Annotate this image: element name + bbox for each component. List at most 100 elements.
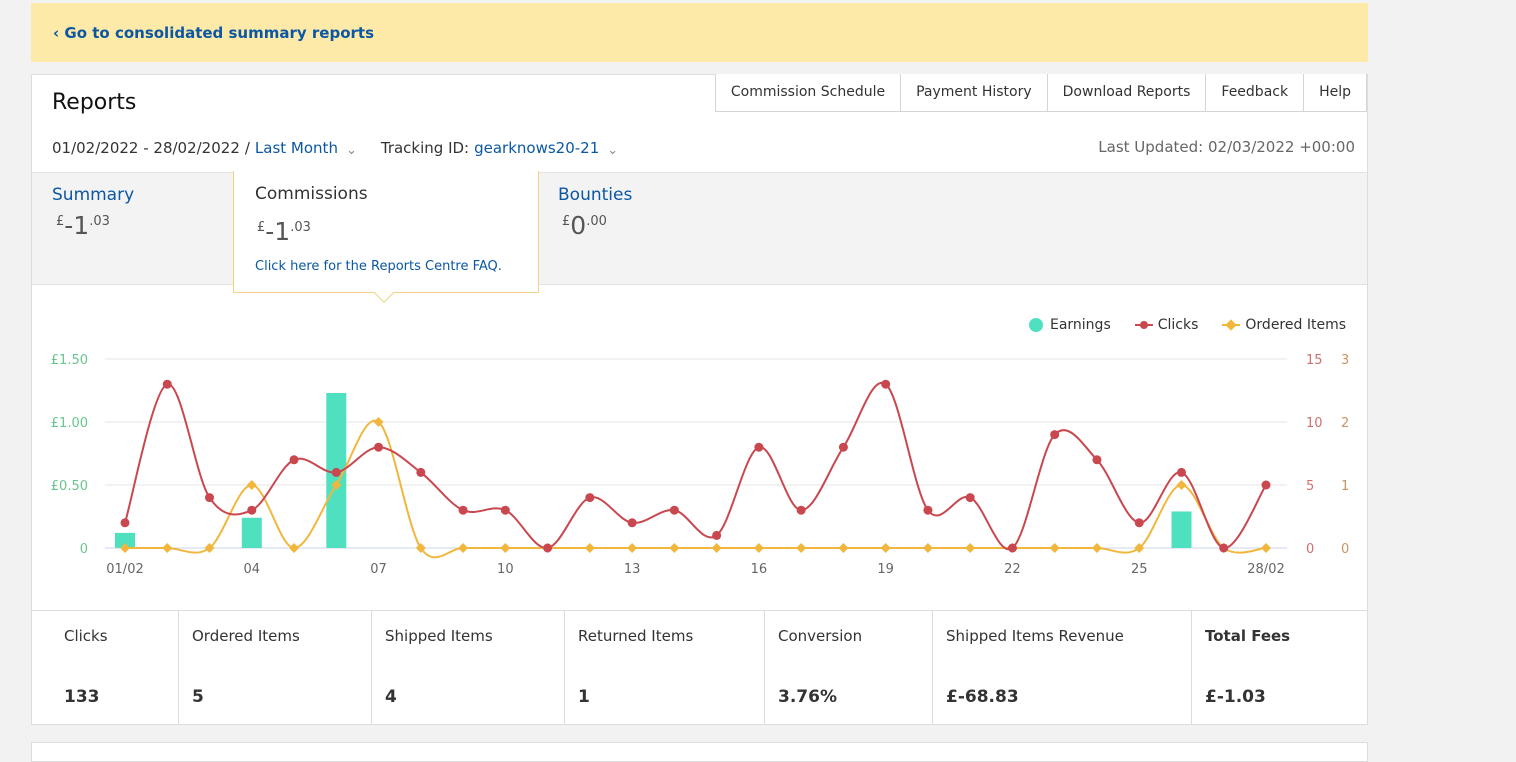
clicks-point	[1050, 430, 1060, 440]
clicks-point	[627, 518, 637, 528]
tab-help[interactable]: Help	[1303, 74, 1367, 112]
clicks-point	[881, 379, 891, 389]
summary-banner: ‹ Go to consolidated summary reports	[31, 3, 1368, 62]
tab-payment-history[interactable]: Payment History	[900, 74, 1048, 112]
stat-label: Total Fees	[1205, 627, 1291, 645]
legend-clicks-label: Clicks	[1157, 317, 1199, 333]
ordered-items-point	[627, 543, 638, 553]
stat-label: Shipped Items	[385, 627, 493, 645]
earnings-bar	[241, 517, 262, 548]
clicks-line	[124, 381, 1267, 551]
tab-bounties[interactable]: Bounties £0.00	[558, 185, 632, 240]
ordered-items-point	[838, 543, 849, 553]
clicks-point	[500, 505, 510, 515]
right-axis-ordered-tick: 3	[1341, 353, 1349, 368]
last-updated: Last Updated: 02/03/2022 +00:00	[1098, 138, 1355, 156]
ordered-items-point	[246, 480, 257, 490]
clicks-point	[205, 493, 215, 503]
tracking-id-label: Tracking ID:	[380, 139, 470, 157]
clicks-point	[247, 505, 257, 515]
ordered-items-point	[1092, 543, 1102, 553]
earnings-chart: 0 0 0 £0.50 5 1 £1.00 10 2 £1.50 15 3 01/02 04 07 10 13 1…	[32, 293, 1367, 611]
x-axis-tick: 04	[244, 562, 261, 577]
ordered-items-point	[162, 543, 173, 553]
stat-value: 133	[64, 687, 100, 707]
page-title: Reports	[52, 90, 137, 115]
clicks-point	[923, 505, 933, 515]
x-axis-tick: 28/02	[1247, 562, 1284, 577]
ordered-items-point	[1176, 480, 1187, 490]
amount-integer: -1	[64, 211, 90, 240]
clicks-point	[416, 467, 426, 477]
stat-label: Returned Items	[578, 627, 694, 645]
right-axis-clicks-tick: 0	[1306, 542, 1314, 557]
clicks-point	[374, 442, 384, 452]
stat-value: 1	[578, 687, 590, 707]
commissions-popover[interactable]: Commissions £-1.03 Click here for the Re…	[233, 171, 539, 303]
chevron-down-icon[interactable]: ⌄	[346, 143, 357, 158]
legend-earnings[interactable]: Earnings	[1028, 317, 1111, 333]
stat-conversion: Conversion 3.76%	[765, 611, 933, 724]
clicks-point	[838, 442, 848, 452]
tracking-id-dropdown[interactable]: gearknows20-21	[474, 139, 599, 157]
x-axis-tick: 19	[877, 562, 894, 577]
stat-clicks: Clicks 133	[32, 611, 179, 724]
tab-download-reports[interactable]: Download Reports	[1046, 74, 1207, 112]
bounties-amount: £0.00	[562, 211, 632, 240]
top-nav-tabs: Commission Schedule Payment History Down…	[714, 74, 1367, 112]
ordered-items-line	[125, 419, 1267, 559]
stat-total-fees: Total Fees £-1.03	[1192, 611, 1367, 724]
clicks-point	[965, 493, 975, 503]
x-axis-tick: 22	[1004, 562, 1021, 577]
stat-value: £-68.83	[946, 687, 1019, 707]
right-axis-ordered-tick: 0	[1341, 542, 1349, 557]
chevron-down-icon[interactable]: ⌄	[607, 143, 618, 158]
date-range: 01/02/2022 - 28/02/2022	[52, 139, 240, 157]
reports-faq-link[interactable]: Click here for the Reports Centre FAQ.	[255, 259, 502, 274]
stat-ordered-items: Ordered Items 5	[179, 611, 372, 724]
amount-decimal: .00	[586, 214, 607, 229]
clicks-point	[585, 493, 595, 503]
left-axis-tick: 0	[80, 542, 88, 557]
stat-label: Conversion	[778, 627, 863, 645]
stat-value: 4	[385, 687, 397, 707]
right-axis-clicks-tick: 5	[1306, 479, 1314, 494]
date-preset-dropdown[interactable]: Last Month	[255, 139, 338, 157]
tab-feedback[interactable]: Feedback	[1205, 74, 1305, 112]
legend-clicks[interactable]: Clicks	[1134, 317, 1199, 333]
ordered-items-point	[289, 543, 299, 553]
clicks-point	[331, 467, 341, 477]
clicks-swatch-icon	[1134, 318, 1153, 332]
clicks-point	[712, 530, 722, 540]
legend-ordered-items[interactable]: Ordered Items	[1222, 317, 1346, 333]
ordered-items-point	[584, 543, 595, 553]
tab-summary[interactable]: Summary £-1.03	[52, 185, 134, 240]
x-axis-tick: 13	[624, 562, 641, 577]
clicks-point	[1007, 543, 1017, 553]
ordered-items-point	[669, 543, 680, 553]
earnings-swatch-icon	[1028, 318, 1043, 332]
stat-label: Shipped Items Revenue	[946, 627, 1124, 645]
clicks-point	[1219, 543, 1229, 553]
summary-label: Summary	[52, 185, 135, 205]
clicks-point	[1092, 455, 1102, 465]
back-to-consolidated-link[interactable]: ‹ Go to consolidated summary reports	[53, 24, 374, 42]
summary-amount: £-1.03	[56, 211, 134, 240]
ordered-items-point	[880, 543, 891, 553]
commissions-amount: £-1.03	[257, 217, 311, 246]
right-axis-clicks-tick: 15	[1306, 353, 1323, 368]
clicks-point	[669, 505, 679, 515]
x-axis-tick: 01/02	[106, 562, 143, 577]
x-axis-tick: 25	[1131, 562, 1148, 577]
clicks-point	[796, 505, 806, 515]
amount-decimal: .03	[290, 220, 311, 235]
clicks-point	[1176, 467, 1186, 477]
left-axis-tick: £0.50	[51, 479, 88, 494]
right-axis-ordered-tick: 2	[1341, 416, 1349, 431]
x-axis-tick: 10	[497, 562, 514, 577]
filter-row: 01/02/2022 - 28/02/2022 / Last Month ⌄ T…	[52, 139, 642, 158]
x-axis-tick: 16	[751, 562, 768, 577]
tab-commission-schedule[interactable]: Commission Schedule	[714, 74, 902, 112]
date-separator: /	[244, 139, 250, 157]
clicks-point	[120, 518, 130, 528]
